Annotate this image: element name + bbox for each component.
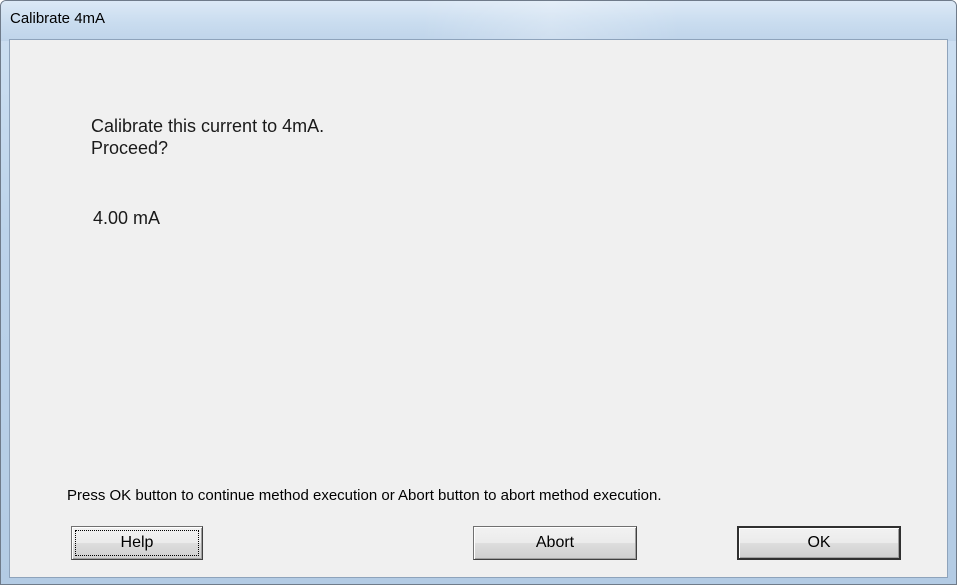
proceed-question: Proceed?: [91, 138, 169, 158]
title-bar[interactable]: Calibrate 4mA: [1, 1, 956, 41]
abort-button[interactable]: Abort: [473, 526, 637, 560]
abort-button-label: Abort: [535, 534, 575, 551]
current-value-readout: 4.00 mA: [93, 208, 161, 228]
help-button-label: Help: [120, 534, 154, 551]
calibrate-message: Calibrate this current to 4mA.: [91, 116, 325, 136]
calibrate-dialog: Calibrate 4mA Calibrate this current to …: [0, 0, 957, 585]
ok-button-label: OK: [807, 534, 831, 551]
title-bar-highlight: [421, 1, 681, 41]
ok-button[interactable]: OK: [737, 526, 901, 560]
dialog-body: Calibrate this current to 4mA. Proceed? …: [9, 39, 948, 578]
window-title: Calibrate 4mA: [10, 10, 106, 27]
instruction-text: Press OK button to continue method execu…: [67, 487, 662, 504]
help-button[interactable]: Help: [71, 526, 203, 560]
